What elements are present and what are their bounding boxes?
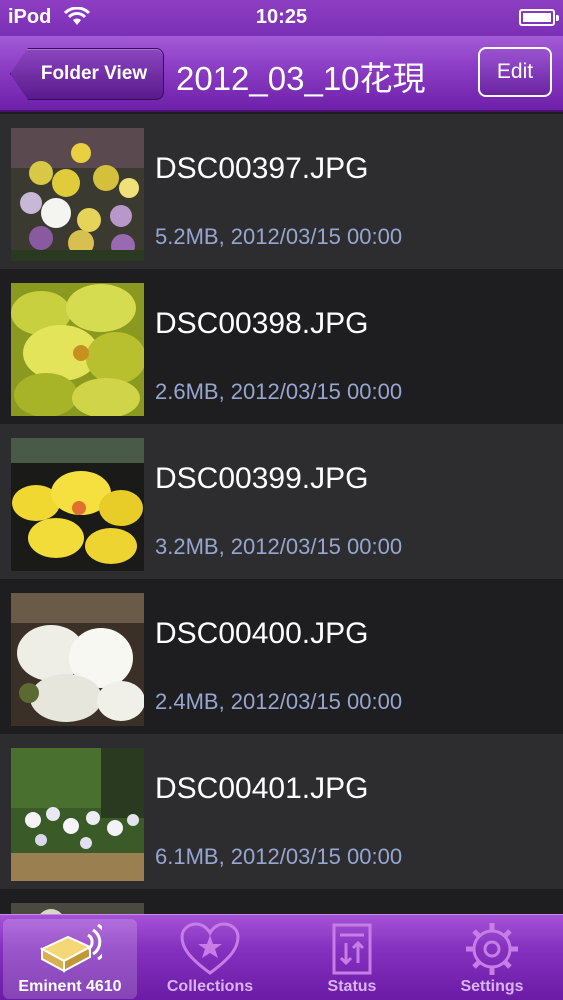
status-bar: iPod 10:25 — [0, 0, 563, 36]
file-name: DSC00397.JPG — [155, 152, 369, 185]
file-meta: 5.2MB, 2012/03/15 00:00 — [155, 224, 403, 249]
list-item[interactable]: DSC00401.JPG 6.1MB, 2012/03/15 00:00 — [0, 734, 563, 889]
photo-thumbnail — [11, 128, 144, 261]
file-name: DSC00400.JPG — [155, 617, 369, 650]
photo-thumbnail — [11, 748, 144, 881]
navigation-bar: Folder View 2012_03_10花現 Edit — [0, 36, 563, 112]
tab-label: Eminent 4610 — [18, 978, 122, 995]
tab-bar: Eminent 4610 Collections Status Settings — [0, 914, 563, 1000]
file-meta: 2.4MB, 2012/03/15 00:00 — [155, 689, 403, 714]
tab-label: Status — [327, 978, 377, 995]
battery-icon — [519, 9, 559, 26]
edit-button[interactable]: Edit — [478, 47, 552, 97]
file-meta: 2.6MB, 2012/03/15 00:00 — [155, 379, 403, 404]
list-item[interactable]: DSC00400.JPG 2.4MB, 2012/03/15 00:00 — [0, 579, 563, 734]
file-name: DSC00398.JPG — [155, 307, 369, 340]
file-name: DSC00401.JPG — [155, 772, 369, 805]
tab-label: Settings — [460, 978, 524, 995]
status-doc-icon — [332, 923, 372, 975]
tab-status[interactable]: Status — [285, 919, 419, 999]
file-name: DSC00399.JPG — [155, 462, 369, 495]
tab-settings[interactable]: Settings — [425, 919, 559, 999]
file-meta: 3.2MB, 2012/03/15 00:00 — [155, 534, 403, 559]
tab-eminent[interactable]: Eminent 4610 — [3, 919, 137, 999]
file-list[interactable]: DSC00397.JPG 5.2MB, 2012/03/15 00:00 DSC… — [0, 114, 563, 914]
gear-icon — [466, 923, 518, 975]
tab-label: Collections — [166, 978, 254, 995]
drive-wireless-icon — [39, 923, 102, 973]
clock: 10:25 — [255, 6, 308, 28]
list-item[interactable]: DSC00397.JPG 5.2MB, 2012/03/15 00:00 — [0, 114, 563, 269]
folder-view-back-button[interactable]: Folder View — [10, 48, 164, 100]
list-item[interactable]: DSC00399.JPG 3.2MB, 2012/03/15 00:00 — [0, 424, 563, 579]
photo-thumbnail — [11, 438, 144, 571]
list-item[interactable]: DSC00398.JPG 2.6MB, 2012/03/15 00:00 — [0, 269, 563, 424]
tab-collections[interactable]: Collections — [143, 919, 277, 999]
list-item[interactable] — [0, 889, 563, 914]
file-meta: 6.1MB, 2012/03/15 00:00 — [155, 844, 403, 869]
heart-star-icon — [180, 922, 240, 975]
photo-thumbnail — [11, 593, 144, 726]
page-title: 2012_03_10花現 — [176, 60, 426, 97]
photo-thumbnail — [11, 903, 144, 914]
photo-thumbnail — [11, 283, 144, 416]
